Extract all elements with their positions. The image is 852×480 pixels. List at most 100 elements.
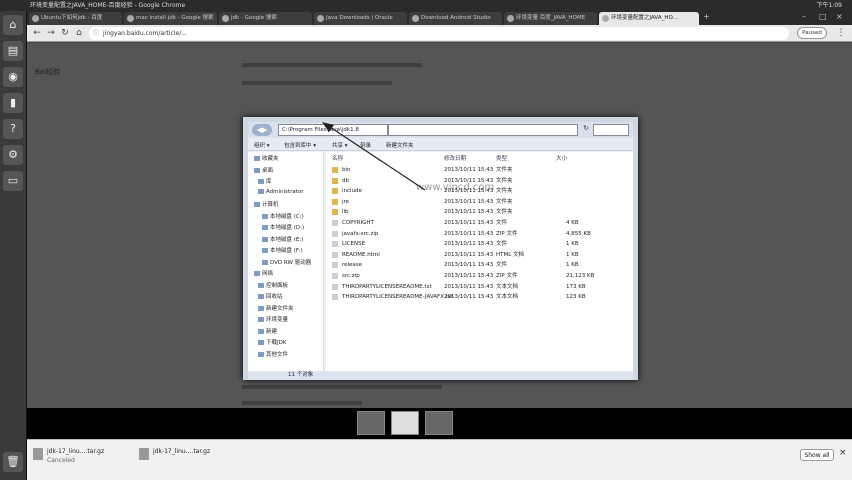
file-row[interactable]: bin 2013/10/11 15:43 文件夹 xyxy=(326,165,633,175)
column-size[interactable]: 大小 xyxy=(556,154,567,162)
settings-icon[interactable]: ⚙ xyxy=(3,145,23,165)
show-all-button[interactable]: Show all xyxy=(800,449,834,461)
tab-active[interactable]: 环境变量配置之JAVA_HO... xyxy=(599,12,699,25)
nav-item[interactable]: 回收站 xyxy=(258,292,283,300)
download-item[interactable]: jdk-17_linu....tar.gz Canceled xyxy=(33,446,138,470)
explorer-refresh-icon[interactable]: ↻ xyxy=(581,124,591,136)
nav-item[interactable]: 本地磁盘 (F:) xyxy=(262,246,303,254)
nav-item[interactable]: 控制面板 xyxy=(258,281,288,289)
column-name[interactable]: 名称 xyxy=(332,154,343,162)
tab-label: 环境变量 百度_JAVA_HOME xyxy=(516,15,586,21)
file-date: 2013/10/11 15:43 xyxy=(444,198,494,205)
toolbar-organize[interactable]: 组织 ▾ xyxy=(254,141,270,149)
explorer-nav-pane: 收藏夹桌面库 Administrator 计算机本地磁盘 (C:) 本地磁盘 (D:)… xyxy=(248,152,324,371)
nav-item[interactable]: 本地磁盘 (E:) xyxy=(262,235,303,243)
file-row[interactable]: javafx-src.zip 2013/10/11 15:43 ZIP 文件 4,85… xyxy=(326,229,633,239)
forward-icon[interactable]: → xyxy=(45,27,57,39)
tab-5[interactable]: Download Android Studio xyxy=(409,12,502,25)
file-row[interactable]: src.zip 2013/10/11 15:43 ZIP 文件 21,123 KB xyxy=(326,271,633,281)
file-date: 2013/10/11 15:43 xyxy=(444,241,494,248)
home-icon[interactable]: ⌂ xyxy=(3,15,23,35)
explorer-path-field[interactable]: C:\Program Files\Java\jdk1.8 xyxy=(278,124,388,136)
file-type: 文件夹 xyxy=(496,177,513,184)
close-icon[interactable]: × xyxy=(836,12,843,21)
nav-item[interactable]: 收藏夹 xyxy=(254,154,279,162)
nav-item[interactable]: 本地磁盘 (C:) xyxy=(262,212,304,220)
tab-3[interactable]: jdk - Google 搜索 xyxy=(219,12,312,25)
nav-item[interactable]: 计算机 xyxy=(254,200,279,208)
tab-6[interactable]: 环境变量 百度_JAVA_HOME xyxy=(504,12,597,25)
file-row[interactable]: README.html 2013/10/11 15:43 HTML 文档 1 KB xyxy=(326,250,633,260)
column-type[interactable]: 类型 xyxy=(496,154,507,162)
nav-item-label: 回收站 xyxy=(266,294,283,300)
help-icon[interactable]: ? xyxy=(3,119,23,139)
nav-item-label: 桌面 xyxy=(262,167,274,174)
nav-item[interactable]: Administrator xyxy=(258,188,304,195)
thumbnail-selected[interactable] xyxy=(391,411,419,435)
file-row[interactable]: THIRDPARTYLICENSEREADME-JAVAFX.txt 2013/1… xyxy=(326,292,633,302)
tab-2[interactable]: mac install jdk - Google 搜索 xyxy=(124,12,217,25)
system-clock[interactable]: 下午1:09 xyxy=(817,0,842,11)
toolbar-burn[interactable]: 刻录 xyxy=(360,141,371,149)
nav-item[interactable]: 环境变量 xyxy=(258,315,288,323)
file-row[interactable]: release 2013/10/11 15:43 文件 1 KB xyxy=(326,260,633,270)
close-download-bar-icon[interactable]: × xyxy=(839,448,847,458)
file-type: 文件 xyxy=(496,241,508,248)
browser-icon[interactable]: ◉ xyxy=(3,67,23,87)
file-date: 2013/10/11 15:43 xyxy=(444,251,494,258)
minimize-icon[interactable]: – xyxy=(802,12,806,21)
address-bar[interactable]: ⓘ jingyan.baidu.com/article/... xyxy=(89,27,789,40)
file-date: 2013/10/11 15:43 xyxy=(444,262,494,269)
files-icon[interactable]: ▤ xyxy=(3,41,23,61)
toolbar-new-folder[interactable]: 新建文件夹 xyxy=(386,141,414,149)
menu-icon[interactable]: ⋮ xyxy=(835,27,847,39)
file-row[interactable]: THIRDPARTYLICENSEREADME.txt 2013/10/11 15… xyxy=(326,282,633,292)
info-icon: ⓘ xyxy=(93,30,100,37)
explorer-search-input[interactable] xyxy=(593,124,629,136)
home-icon[interactable]: ⌂ xyxy=(73,27,85,39)
file-row[interactable]: lib 2013/10/11 15:43 文件夹 xyxy=(326,207,633,217)
file-row[interactable]: LICENSE 2013/10/11 15:43 文件 1 KB xyxy=(326,239,633,249)
maximize-icon[interactable]: □ xyxy=(819,12,827,21)
tab-4[interactable]: Java Downloads | Oracle xyxy=(314,12,407,25)
download-item[interactable]: jdk-17_linu....tar.gz xyxy=(139,446,249,470)
toolbar-include-library[interactable]: 包含到库中 ▾ xyxy=(284,141,316,149)
nav-item[interactable]: 本地磁盘 (D:) xyxy=(262,223,304,231)
profile-paused-button[interactable]: Paused xyxy=(797,27,827,39)
nav-item[interactable]: 下载JDK xyxy=(258,338,286,346)
terminal-icon[interactable]: ▮ xyxy=(3,93,23,113)
trash-icon[interactable]: 🗑 xyxy=(3,452,23,472)
toolbar-share[interactable]: 共享 ▾ xyxy=(332,141,348,149)
tab-label: Download Android Studio xyxy=(421,15,491,21)
nav-item[interactable]: DVD RW 驱动器 xyxy=(262,258,311,266)
thumbnail[interactable] xyxy=(357,411,385,435)
download-filename: jdk-17_linu....tar.gz xyxy=(153,448,211,455)
nav-item[interactable]: 其他文件 xyxy=(258,350,288,358)
file-icon xyxy=(332,262,338,269)
new-tab-icon[interactable]: + xyxy=(703,12,710,21)
file-row[interactable]: COPYRIGHT 2013/10/11 15:43 文件 4 KB xyxy=(326,218,633,228)
url-text: jingyan.baidu.com/article/... xyxy=(103,30,187,37)
back-icon[interactable]: ← xyxy=(31,27,43,39)
file-row[interactable]: jre 2013/10/11 15:43 文件夹 xyxy=(326,197,633,207)
tab-1[interactable]: Ubuntu下如何jdk - 百度 xyxy=(29,12,122,25)
file-row[interactable]: db 2013/10/11 15:43 文件夹 xyxy=(326,176,633,186)
file-size: 21,123 KB xyxy=(566,273,595,279)
nav-item[interactable]: 桌面 xyxy=(254,166,273,174)
nav-item[interactable]: 新建 xyxy=(258,327,277,335)
file-name: lib xyxy=(342,209,349,216)
file-icon xyxy=(332,283,338,290)
nav-item[interactable]: 库 xyxy=(258,177,272,185)
site-logo[interactable]: Bai经验 xyxy=(35,67,60,77)
monitor-icon[interactable]: ▭ xyxy=(3,171,23,191)
file-row[interactable]: include 2013/10/11 15:43 文件夹 xyxy=(326,186,633,196)
nav-item[interactable]: 网络 xyxy=(254,269,273,277)
explorer-back-icon[interactable]: ◀▶ xyxy=(252,124,272,136)
explorer-path-rest[interactable] xyxy=(388,124,578,136)
thumbnail[interactable] xyxy=(425,411,453,435)
reload-icon[interactable]: ↻ xyxy=(59,27,71,39)
tab-label: 环境变量配置之JAVA_HO... xyxy=(611,15,678,21)
column-date[interactable]: 修改日期 xyxy=(444,154,466,162)
nav-item[interactable]: 新建文件夹 xyxy=(258,304,294,312)
file-type: 文件 xyxy=(496,262,508,269)
